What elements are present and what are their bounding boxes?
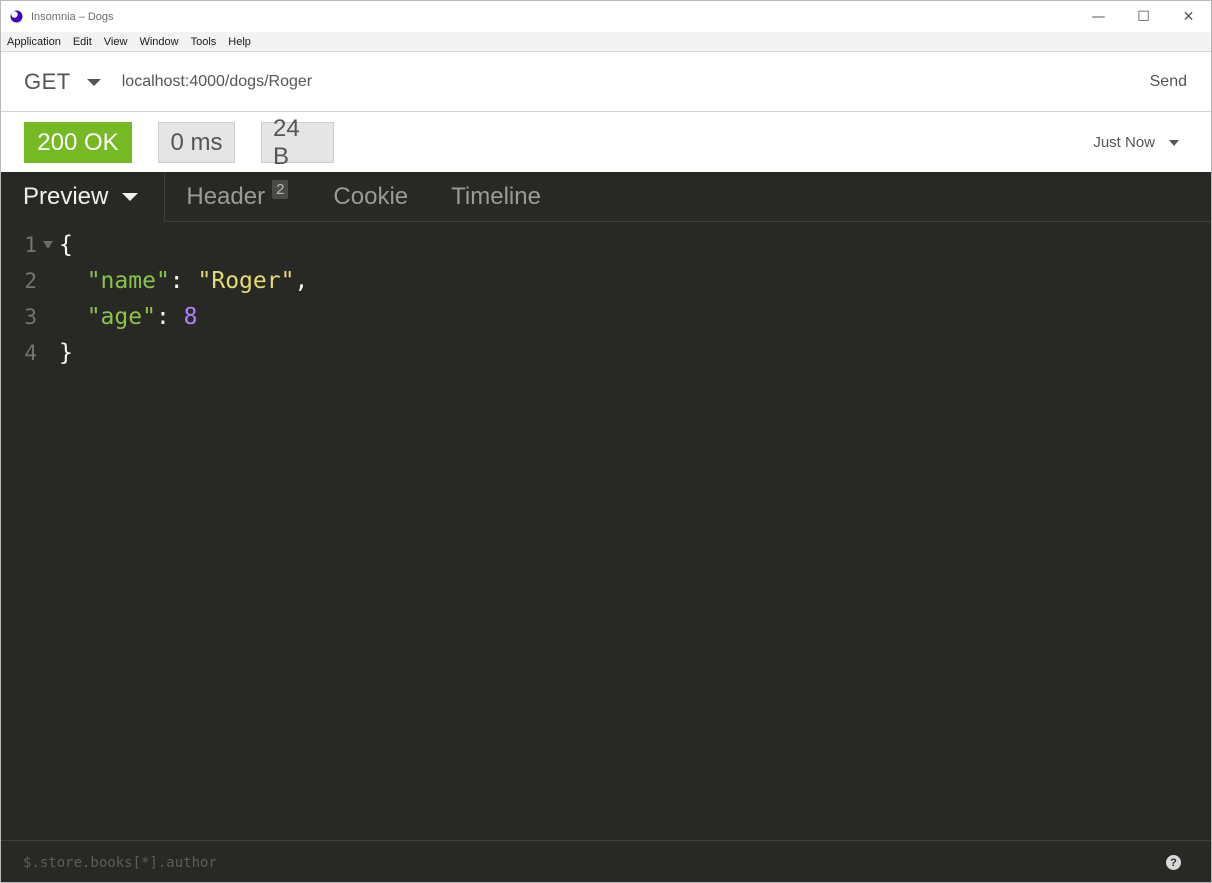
title-bar: Insomnia – Dogs — ☐ ✕ xyxy=(1,1,1211,32)
fold-toggle[interactable] xyxy=(37,241,59,249)
code-line: 2 "name": "Roger", xyxy=(1,263,1211,299)
send-button[interactable]: Send xyxy=(1150,73,1187,91)
json-string-value: "Roger" xyxy=(197,268,295,294)
json-key: "age" xyxy=(86,304,156,330)
code-line: 4 } xyxy=(1,335,1211,371)
json-colon: : xyxy=(169,268,198,294)
tab-cookie-label: Cookie xyxy=(333,182,409,210)
menu-bar: Application Edit View Window Tools Help xyxy=(1,32,1211,52)
menu-tools[interactable]: Tools xyxy=(191,36,217,48)
tab-timeline[interactable]: Timeline xyxy=(429,172,562,221)
code-line: 1 { xyxy=(1,227,1211,263)
history-label: Just Now xyxy=(1093,134,1155,151)
preview-mode-caret-icon[interactable] xyxy=(122,192,139,201)
filter-bar: ? xyxy=(1,840,1211,882)
code-line: 3 "age": 8 xyxy=(1,299,1211,335)
json-number-value: 8 xyxy=(183,304,198,330)
code-content: "name": "Roger", xyxy=(59,268,309,294)
method-dropdown-caret-icon[interactable] xyxy=(86,79,101,86)
tab-cookie[interactable]: Cookie xyxy=(309,172,429,221)
insomnia-logo-icon xyxy=(10,10,24,24)
close-brace: } xyxy=(59,340,73,366)
minimize-button[interactable]: — xyxy=(1076,1,1121,32)
chevron-down-icon xyxy=(1169,139,1179,146)
header-count-badge: 2 xyxy=(272,180,289,199)
menu-window[interactable]: Window xyxy=(139,36,178,48)
fold-caret-icon xyxy=(43,241,53,249)
line-number: 2 xyxy=(24,269,37,293)
close-button[interactable]: ✕ xyxy=(1166,1,1211,32)
window-controls: — ☐ ✕ xyxy=(1076,1,1211,32)
code-content: } xyxy=(59,340,73,366)
tab-preview[interactable]: Preview xyxy=(1,172,166,222)
response-status-bar: 200 OK 0 ms 24 B Just Now xyxy=(1,113,1211,172)
line-number: 1 xyxy=(24,233,37,257)
app-window: Insomnia – Dogs — ☐ ✕ Application Edit V… xyxy=(0,0,1212,883)
tab-header[interactable]: Header 2 xyxy=(165,172,309,221)
tab-header-label: Header xyxy=(186,182,266,210)
menu-application[interactable]: Application xyxy=(7,36,61,48)
line-number: 4 xyxy=(24,341,37,365)
open-brace: { xyxy=(59,232,73,258)
json-key: "name" xyxy=(86,268,170,294)
jsonpath-filter-input[interactable] xyxy=(23,854,1023,871)
menu-edit[interactable]: Edit xyxy=(73,36,92,48)
response-size-badge: 24 B xyxy=(261,115,334,170)
response-history-dropdown[interactable]: Just Now xyxy=(1093,134,1179,151)
json-comma: , xyxy=(294,268,309,294)
method-selector[interactable]: GET xyxy=(24,69,71,95)
response-tabs: Preview Header 2 Cookie Timeline xyxy=(1,172,1211,222)
response-pane: Preview Header 2 Cookie Timeline 1 { 2 "… xyxy=(1,172,1211,882)
menu-view[interactable]: View xyxy=(104,36,128,48)
status-badge: 200 OK xyxy=(24,122,132,163)
url-input[interactable] xyxy=(121,73,1022,91)
url-bar: GET Send xyxy=(1,53,1211,112)
maximize-button[interactable]: ☐ xyxy=(1121,1,1166,32)
tab-timeline-label: Timeline xyxy=(451,182,541,210)
menu-help[interactable]: Help xyxy=(228,36,251,48)
response-time-badge: 0 ms xyxy=(158,122,235,163)
code-content: { xyxy=(59,232,73,258)
help-icon[interactable]: ? xyxy=(1166,855,1181,870)
json-colon: : xyxy=(155,304,184,330)
window-title: Insomnia – Dogs xyxy=(31,10,114,23)
line-number: 3 xyxy=(24,305,37,329)
tab-preview-label: Preview xyxy=(23,182,109,210)
response-body-viewer[interactable]: 1 { 2 "name": "Roger", 3 "age": 8 4 } xyxy=(1,227,1211,371)
code-content: "age": 8 xyxy=(59,304,198,330)
